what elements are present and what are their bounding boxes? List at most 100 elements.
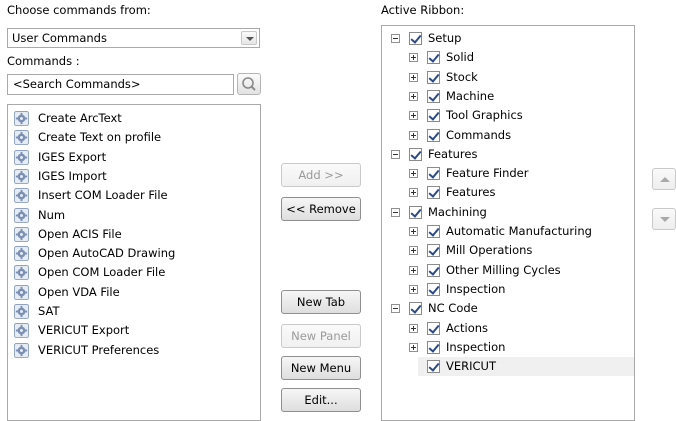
checkbox[interactable] xyxy=(427,89,440,103)
commands-source-value: User Commands xyxy=(12,31,107,45)
gear-icon xyxy=(14,246,29,262)
checkbox[interactable] xyxy=(427,167,440,181)
search-commands-input[interactable]: <Search Commands> xyxy=(7,74,234,95)
search-button[interactable] xyxy=(237,73,261,95)
list-item-label: Create Text on profile xyxy=(38,130,162,145)
tree-node[interactable]: Features xyxy=(382,145,634,164)
checkbox[interactable] xyxy=(427,225,440,238)
checkbox[interactable] xyxy=(427,51,440,65)
collapse-icon[interactable] xyxy=(391,207,400,217)
tree-node[interactable]: Tool Graphics xyxy=(382,106,634,125)
tree-node[interactable]: Machine xyxy=(382,87,634,106)
tree-node[interactable]: NC Code xyxy=(382,299,634,318)
tree-node-label: Inspection xyxy=(446,281,506,296)
expand-icon[interactable] xyxy=(409,323,418,333)
list-item-label: IGES Import xyxy=(38,168,107,183)
tree-node-label: Commands xyxy=(446,127,512,142)
expand-icon[interactable] xyxy=(409,130,418,140)
list-item-label: IGES Export xyxy=(38,149,107,164)
commands-label: Commands : xyxy=(7,54,80,68)
collapse-icon[interactable] xyxy=(391,34,400,43)
tree-node-label: Machining xyxy=(428,204,487,219)
new-menu-button[interactable]: New Menu xyxy=(281,356,361,380)
magnifier-icon xyxy=(242,77,256,91)
list-item-label: VERICUT Export xyxy=(38,323,130,338)
triangle-up-icon xyxy=(660,177,670,182)
move-up-button[interactable] xyxy=(652,168,676,190)
tree-node-label: NC Code xyxy=(428,301,478,316)
checkbox[interactable] xyxy=(427,186,440,200)
new-panel-button[interactable]: New Panel xyxy=(281,324,361,348)
checkbox[interactable] xyxy=(427,340,440,354)
checkbox[interactable] xyxy=(409,147,422,161)
expand-icon[interactable] xyxy=(409,53,418,63)
checkbox[interactable] xyxy=(427,263,440,277)
checkbox[interactable] xyxy=(409,205,422,219)
checkbox[interactable] xyxy=(427,128,440,142)
list-item-label: VERICUT Preferences xyxy=(38,342,160,357)
remove-button[interactable]: << Remove xyxy=(281,197,361,221)
tree-node-label: Mill Operations xyxy=(446,243,533,258)
add-button[interactable]: Add >> xyxy=(281,163,361,187)
triangle-down-icon xyxy=(660,217,670,222)
expand-icon[interactable] xyxy=(409,111,418,121)
expand-icon[interactable] xyxy=(409,91,418,101)
collapse-icon[interactable] xyxy=(391,149,400,159)
checkbox[interactable] xyxy=(427,360,440,374)
expand-icon[interactable] xyxy=(409,72,418,82)
tree-node[interactable]: Automatic Manufacturing xyxy=(382,222,634,241)
list-item-label: SAT xyxy=(38,304,60,318)
tree-node[interactable]: Actions xyxy=(382,319,634,338)
tree-node[interactable]: Stock xyxy=(382,68,634,87)
tree-node[interactable]: Inspection xyxy=(382,338,634,357)
checkbox[interactable] xyxy=(427,70,440,84)
checkbox[interactable] xyxy=(409,302,422,316)
list-item-label: Num xyxy=(38,207,66,222)
tree-node-label: Setup xyxy=(428,31,462,45)
tree-node-label: Actions xyxy=(446,320,489,335)
tree-node[interactable]: VERICUT xyxy=(418,357,634,377)
expand-icon[interactable] xyxy=(409,227,418,236)
gear-icon xyxy=(14,130,29,146)
gear-icon xyxy=(14,342,29,358)
tree-node[interactable]: Inspection xyxy=(382,280,634,299)
list-item-label: Create ArcText xyxy=(38,111,122,125)
checkbox[interactable] xyxy=(427,321,440,335)
chevron-down-icon[interactable] xyxy=(241,31,257,45)
collapse-icon[interactable] xyxy=(391,304,400,314)
commands-source-dropdown[interactable]: User Commands xyxy=(7,28,260,48)
checkbox[interactable] xyxy=(427,244,440,258)
tree-node-label: Features xyxy=(428,146,478,161)
checkbox[interactable] xyxy=(427,109,440,123)
tree-node[interactable]: Machining xyxy=(382,203,634,222)
active-ribbon-label: Active Ribbon: xyxy=(381,3,465,17)
expand-icon[interactable] xyxy=(409,265,418,275)
tree-node-label: Other Milling Cycles xyxy=(446,262,561,277)
tree-node-label: Features xyxy=(446,185,496,200)
tree-node[interactable]: Mill Operations xyxy=(382,241,634,260)
tree-node[interactable]: Other Milling Cycles xyxy=(382,261,634,280)
checkbox[interactable] xyxy=(409,32,422,45)
expand-icon[interactable] xyxy=(409,284,418,294)
commands-list[interactable]: Create ArcText Create Text on profile IGES… xyxy=(7,104,261,421)
tree-node[interactable]: Solid xyxy=(382,48,634,67)
expand-icon[interactable] xyxy=(409,246,418,256)
edit-button[interactable]: Edit... xyxy=(281,388,361,412)
gear-icon xyxy=(14,226,29,242)
new-tab-button[interactable]: New Tab xyxy=(281,290,361,314)
tree-node[interactable]: Features xyxy=(382,183,634,202)
tree-node[interactable]: Commands xyxy=(382,126,634,145)
expand-icon[interactable] xyxy=(409,188,418,198)
tree-node-label: Stock xyxy=(446,69,478,84)
checkbox[interactable] xyxy=(427,282,440,296)
tree-node[interactable]: Feature Finder xyxy=(382,164,634,183)
tree-node[interactable]: Setup xyxy=(382,29,634,48)
expand-icon[interactable] xyxy=(409,169,418,179)
gear-icon xyxy=(14,284,29,300)
gear-icon xyxy=(14,207,29,223)
choose-commands-label: Choose commands from: xyxy=(7,3,151,17)
expand-icon[interactable] xyxy=(409,342,418,352)
active-ribbon-tree[interactable]: Setup Solid Stock Machine Tool Graphics Comma… xyxy=(381,25,635,421)
gear-icon xyxy=(14,168,29,184)
move-down-button[interactable] xyxy=(652,208,676,230)
